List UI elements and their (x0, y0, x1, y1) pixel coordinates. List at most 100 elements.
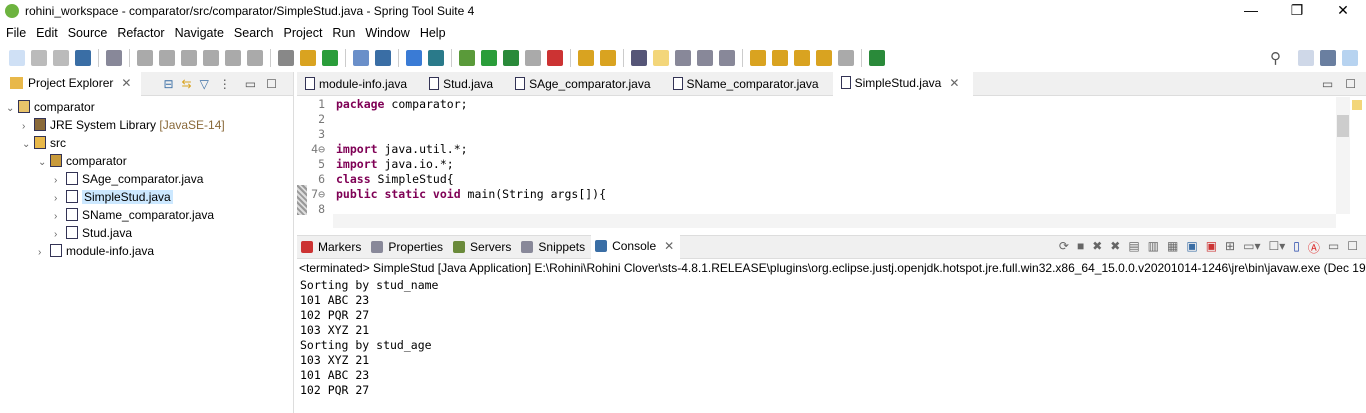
toolbar-button-icon[interactable] (406, 50, 422, 66)
tab-console[interactable]: Console ✕ (591, 235, 681, 259)
select-icon[interactable]: ▯ (1293, 239, 1300, 256)
close-icon[interactable]: ✕ (664, 239, 674, 253)
toolbar-button-icon[interactable] (525, 50, 541, 66)
tree-item[interactable]: › SAge_comparator.java (0, 170, 293, 188)
toolbar-button-icon[interactable] (203, 50, 219, 66)
close-button[interactable]: ✕ (1320, 0, 1366, 22)
toolbar-button-icon[interactable] (278, 50, 294, 66)
vertical-scrollbar[interactable] (1336, 97, 1350, 214)
minimize-view-icon[interactable]: ▭ (1322, 77, 1333, 91)
search-icon[interactable]: ⚲ (1270, 49, 1281, 67)
toolbar-button-icon[interactable] (137, 50, 153, 66)
toolbar-button-icon[interactable] (300, 50, 316, 66)
terminate-icon[interactable]: ■ (1077, 239, 1084, 256)
tree-item[interactable]: › SName_comparator.java (0, 206, 293, 224)
link-with-editor-icon[interactable]: ⇆ (182, 77, 192, 91)
remove-launch-icon[interactable]: ✖ (1092, 239, 1102, 256)
close-icon[interactable]: ✕ (949, 76, 959, 90)
toolbar-button-icon[interactable] (600, 50, 616, 66)
chevron-right-icon[interactable]: › (38, 244, 50, 262)
collapse-all-icon[interactable]: ⊟ (163, 77, 173, 91)
toolbar-button-icon[interactable] (631, 50, 647, 66)
display-console-icon[interactable]: ▭▾ (1243, 239, 1260, 256)
tab-markers[interactable]: Markers (297, 235, 367, 259)
remove-all-icon[interactable]: ✖ (1110, 239, 1120, 256)
menu-file[interactable]: File (6, 26, 26, 40)
tree-item[interactable]: ⌄ comparator (0, 98, 293, 116)
tree-item[interactable]: ⌄ src (0, 134, 293, 152)
toolbar-button-icon[interactable] (322, 50, 338, 66)
editor-tab[interactable]: SName_comparator.java (665, 72, 833, 96)
a-icon[interactable]: Ⓐ (1308, 239, 1320, 256)
toolbar-button-icon[interactable] (869, 50, 885, 66)
debug-perspective-icon[interactable] (1342, 50, 1358, 66)
toolbar-button-icon[interactable] (675, 50, 691, 66)
scroll-lock-icon[interactable]: ▥ (1148, 239, 1159, 256)
toolbar-button-icon[interactable] (838, 50, 854, 66)
toolbar-button-icon[interactable] (578, 50, 594, 66)
open-perspective-icon[interactable] (1298, 50, 1314, 66)
editor-tab[interactable]: Stud.java (421, 72, 507, 96)
toolbar-button-icon[interactable] (247, 50, 263, 66)
toolbar-button-icon[interactable] (697, 50, 713, 66)
toolbar-button-icon[interactable] (31, 50, 47, 66)
show-on-stderr-icon[interactable]: ▣ (1206, 239, 1217, 256)
menu-run[interactable]: Run (332, 26, 355, 40)
java-perspective-icon[interactable] (1320, 50, 1336, 66)
toolbar-button-icon[interactable] (375, 50, 391, 66)
show-on-stdout-icon[interactable]: ▣ (1186, 239, 1197, 256)
toolbar-button-icon[interactable] (53, 50, 69, 66)
toolbar-button-icon[interactable] (772, 50, 788, 66)
tree-item[interactable]: › module-info.java (0, 242, 293, 260)
clear-console-icon[interactable]: ▤ (1128, 239, 1139, 256)
horizontal-scrollbar[interactable] (333, 214, 1336, 228)
tree-item[interactable]: ⌄ comparator (0, 152, 293, 170)
tab-snippets[interactable]: Snippets (517, 235, 591, 259)
editor-tab[interactable]: SAge_comparator.java (507, 72, 664, 96)
menu-source[interactable]: Source (68, 26, 108, 40)
filter-icon[interactable]: ▽ (200, 77, 209, 91)
close-icon[interactable]: ✕ (121, 76, 131, 90)
toolbar-button-icon[interactable] (794, 50, 810, 66)
tab-project-explorer[interactable]: Project Explorer ✕ (0, 71, 142, 96)
minimize-view-icon[interactable]: ▭ (245, 77, 256, 91)
tree-item[interactable]: › SimpleStud.java (0, 188, 293, 206)
toolbar-button-icon[interactable] (9, 50, 25, 66)
menu-help[interactable]: Help (420, 26, 446, 40)
toolbar-button-icon[interactable] (106, 50, 122, 66)
menu-refactor[interactable]: Refactor (117, 26, 164, 40)
open-console-icon[interactable]: ☐▾ (1268, 239, 1285, 256)
tab-servers[interactable]: Servers (449, 235, 517, 259)
toolbar-button-icon[interactable] (353, 50, 369, 66)
tree-item[interactable]: › Stud.java (0, 224, 293, 242)
menu-search[interactable]: Search (234, 26, 274, 40)
editor-tab[interactable]: module-info.java (297, 72, 421, 96)
tree-item[interactable]: › JRE System Library [JavaSE-14] (0, 116, 293, 134)
maximize-view-icon[interactable]: ☐ (1345, 77, 1356, 91)
minimize-button[interactable]: — (1228, 0, 1274, 22)
menu-navigate[interactable]: Navigate (175, 26, 224, 40)
toolbar-button-icon[interactable] (459, 50, 475, 66)
pin-icon[interactable]: ⟳ (1059, 239, 1069, 256)
word-wrap-icon[interactable]: ▦ (1167, 239, 1178, 256)
toolbar-button-icon[interactable] (653, 50, 669, 66)
maximize-view-icon[interactable]: ☐ (266, 77, 277, 91)
code-editor[interactable]: 1 package comparator; 2 3 4⊖ import java.util… (297, 97, 1333, 216)
toolbar-button-icon[interactable] (75, 50, 91, 66)
toolbar-button-icon[interactable] (503, 50, 519, 66)
toolbar-button-icon[interactable] (719, 50, 735, 66)
toolbar-button-icon[interactable] (816, 50, 832, 66)
toolbar-button-icon[interactable] (225, 50, 241, 66)
minimize-view-icon[interactable]: ▭ (1328, 239, 1339, 256)
toolbar-button-icon[interactable] (159, 50, 175, 66)
pin-console-icon[interactable]: ⊞ (1225, 239, 1235, 256)
menu-edit[interactable]: Edit (36, 26, 58, 40)
menu-project[interactable]: Project (284, 26, 323, 40)
maximize-button[interactable]: ❐ (1274, 0, 1320, 22)
editor-tab[interactable]: SimpleStud.java ✕ (832, 71, 974, 96)
toolbar-button-icon[interactable] (547, 50, 563, 66)
menu-window[interactable]: Window (365, 26, 409, 40)
maximize-view-icon[interactable]: ☐ (1347, 239, 1358, 256)
toolbar-button-icon[interactable] (181, 50, 197, 66)
toolbar-button-icon[interactable] (481, 50, 497, 66)
